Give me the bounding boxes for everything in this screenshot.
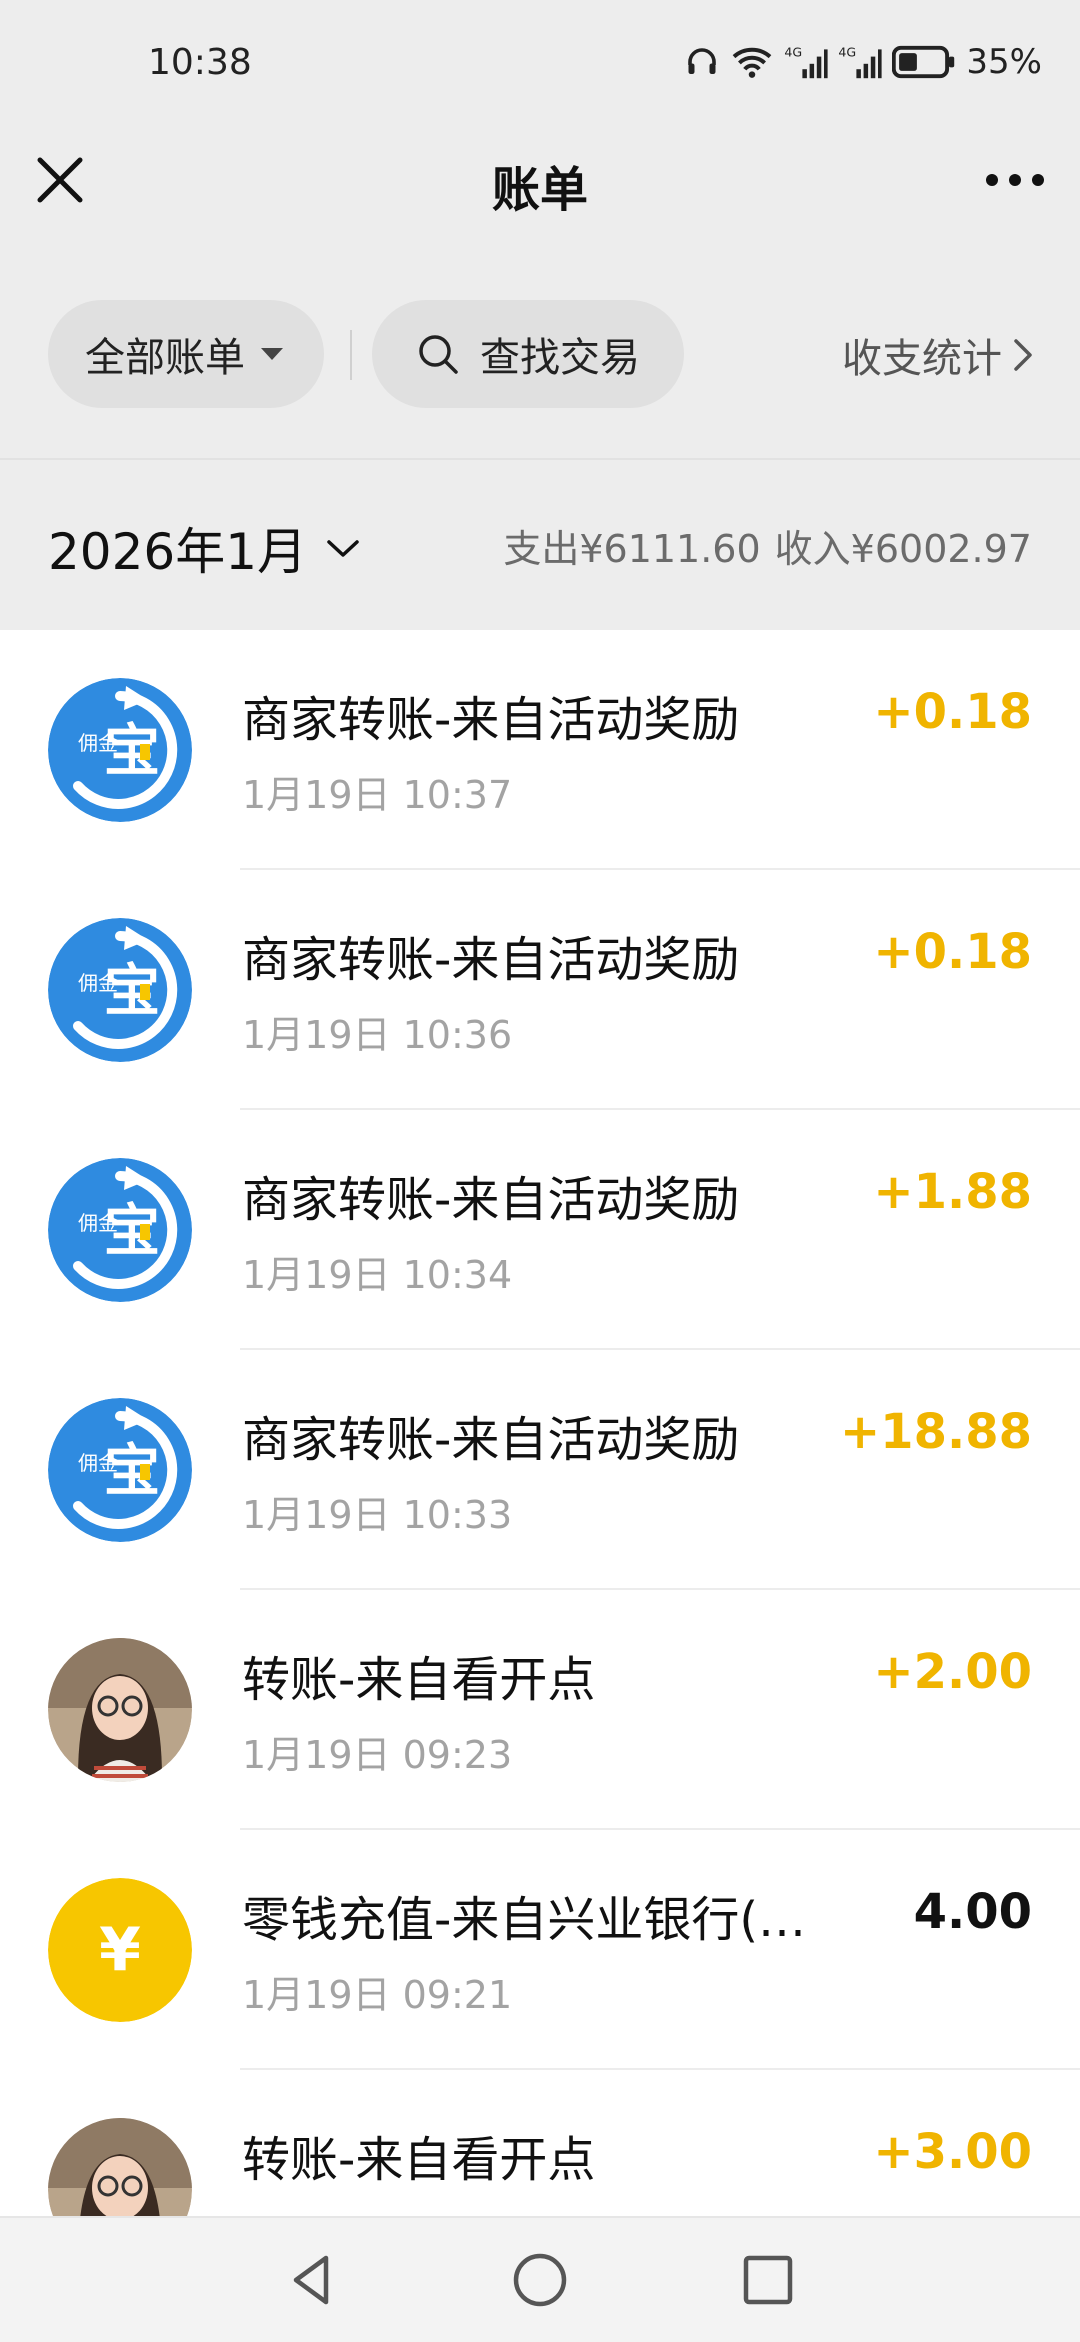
svg-text:4G: 4G xyxy=(839,45,857,60)
month-selector[interactable]: 2026年1月 xyxy=(48,512,361,584)
transaction-list: 佣金宝商家转账-来自活动奖励 1月19日 10:37 +0.18 佣金宝商家转账-来自… xyxy=(0,630,1080,2216)
all-bills-dropdown[interactable]: 全部账单 xyxy=(48,300,324,408)
yongjinbao-logo: 佣金宝 xyxy=(48,1398,192,1542)
month-summary: 支出¥6111.60 收入¥6002.97 xyxy=(489,518,1032,573)
transaction-row[interactable]: 佣金宝商家转账-来自活动奖励 1月19日 10:36 +0.18 xyxy=(0,870,1080,1110)
transaction-time: 1月19日 10:36 xyxy=(242,1013,513,1057)
search-transactions-button[interactable]: 查找交易 xyxy=(372,300,684,408)
transaction-amount: +18.88 xyxy=(839,1404,1032,1460)
system-navigation-bar xyxy=(0,2216,1080,2342)
back-triangle-icon xyxy=(293,2255,329,2305)
title-bar: 账单 xyxy=(0,130,1080,230)
user-avatar xyxy=(48,1638,192,1782)
filter-row: 全部账单 查找交易 收支统计 xyxy=(0,300,1080,410)
logo-big-text: 宝 xyxy=(104,1199,160,1264)
transaction-time: 1月19日 09:21 xyxy=(242,1973,513,2017)
all-bills-label: 全部账单 xyxy=(85,335,245,381)
home-circle-icon xyxy=(513,2253,567,2307)
stats-label: 收支统计 xyxy=(842,336,1002,382)
logo-big-text: 宝 xyxy=(104,719,160,784)
status-bar: 10:38 4G 4G 35% xyxy=(0,0,1080,130)
recent-square-icon xyxy=(743,2255,793,2305)
logo-big-text: 宝 xyxy=(104,959,160,1024)
transaction-title: 转账-来自看开点 xyxy=(242,1652,596,1708)
month-income: 收入¥6002.97 xyxy=(774,527,1032,571)
transaction-row[interactable]: 佣金宝商家转账-来自活动奖励 1月19日 10:34 +1.88 xyxy=(0,1110,1080,1350)
transaction-title: 转账-来自看开点 xyxy=(242,2132,596,2188)
search-label: 查找交易 xyxy=(480,335,640,381)
transaction-title: 商家转账-来自活动奖励 xyxy=(242,932,740,988)
wifi-icon xyxy=(733,47,772,78)
nav-back-button[interactable] xyxy=(280,2248,344,2312)
battery-percent: 35% xyxy=(966,42,1042,82)
transaction-row[interactable]: 佣金宝商家转账-来自活动奖励 1月19日 10:33 +18.88 xyxy=(0,1350,1080,1590)
transaction-title: 商家转账-来自活动奖励 xyxy=(242,1412,740,1468)
transaction-row[interactable]: ¥ 零钱充值-来自兴业银行(… 1月19日 09:21 4.00 xyxy=(0,1830,1080,2070)
yongjinbao-logo: 佣金宝 xyxy=(48,1158,192,1302)
page-title: 账单 xyxy=(491,162,588,218)
transaction-row[interactable]: 佣金宝商家转账-来自活动奖励 1月19日 10:37 +0.18 xyxy=(0,630,1080,870)
nav-recent-apps-button[interactable] xyxy=(736,2248,800,2312)
transaction-title: 零钱充值-来自兴业银行(… xyxy=(242,1892,807,1948)
transaction-title: 商家转账-来自活动奖励 xyxy=(242,692,740,748)
logo-big-text: 宝 xyxy=(104,1439,160,1504)
transaction-time: 1月19日 10:37 xyxy=(242,773,513,817)
transaction-row[interactable]: 转账-来自看开点 +3.00 xyxy=(0,2070,1080,2216)
svg-text:¥: ¥ xyxy=(99,1915,141,1985)
status-time: 10:38 xyxy=(148,42,252,83)
transaction-time: 1月19日 10:34 xyxy=(242,1253,513,1297)
user-avatar xyxy=(48,2118,192,2216)
more-icon xyxy=(986,174,1044,186)
month-header: 2026年1月 支出¥6111.60 收入¥6002.97 xyxy=(0,458,1080,632)
transaction-time: 1月19日 09:23 xyxy=(242,1733,513,1777)
transaction-amount: +0.18 xyxy=(873,684,1032,740)
income-expense-stats-link[interactable]: 收支统计 xyxy=(842,326,1034,384)
transaction-title: 商家转账-来自活动奖励 xyxy=(242,1172,740,1228)
battery-icon xyxy=(892,45,955,79)
yuan-coin-icon: ¥ xyxy=(48,1878,192,2022)
signal-4g-icon: 4G xyxy=(839,45,883,79)
month-expense: 支出¥6111.60 xyxy=(503,527,761,571)
transaction-amount: +2.00 xyxy=(873,1644,1032,1700)
month-label: 2026年1月 xyxy=(48,523,308,581)
dropdown-triangle-icon xyxy=(261,348,283,360)
transaction-row[interactable]: 转账-来自看开点 1月19日 09:23 +2.00 xyxy=(0,1590,1080,1830)
transaction-amount: +3.00 xyxy=(873,2124,1032,2180)
headphones-icon xyxy=(688,48,717,74)
yongjinbao-logo: 佣金宝 xyxy=(48,918,192,1062)
status-icons: 4G 4G 35% xyxy=(684,40,1042,84)
chevron-down-icon xyxy=(327,540,359,557)
more-button[interactable] xyxy=(980,150,1050,210)
yongjinbao-logo: 佣金宝 xyxy=(48,678,192,822)
transaction-amount: +1.88 xyxy=(873,1164,1032,1220)
transaction-amount: +0.18 xyxy=(873,924,1032,980)
transaction-amount: 4.00 xyxy=(913,1884,1032,1940)
filter-divider xyxy=(350,330,352,380)
svg-text:4G: 4G xyxy=(785,45,803,60)
signal-4g-icon: 4G xyxy=(785,45,829,79)
nav-home-button[interactable] xyxy=(508,2248,572,2312)
search-icon xyxy=(419,335,458,374)
transaction-time: 1月19日 10:33 xyxy=(242,1493,513,1537)
chevron-right-icon xyxy=(1014,339,1032,371)
